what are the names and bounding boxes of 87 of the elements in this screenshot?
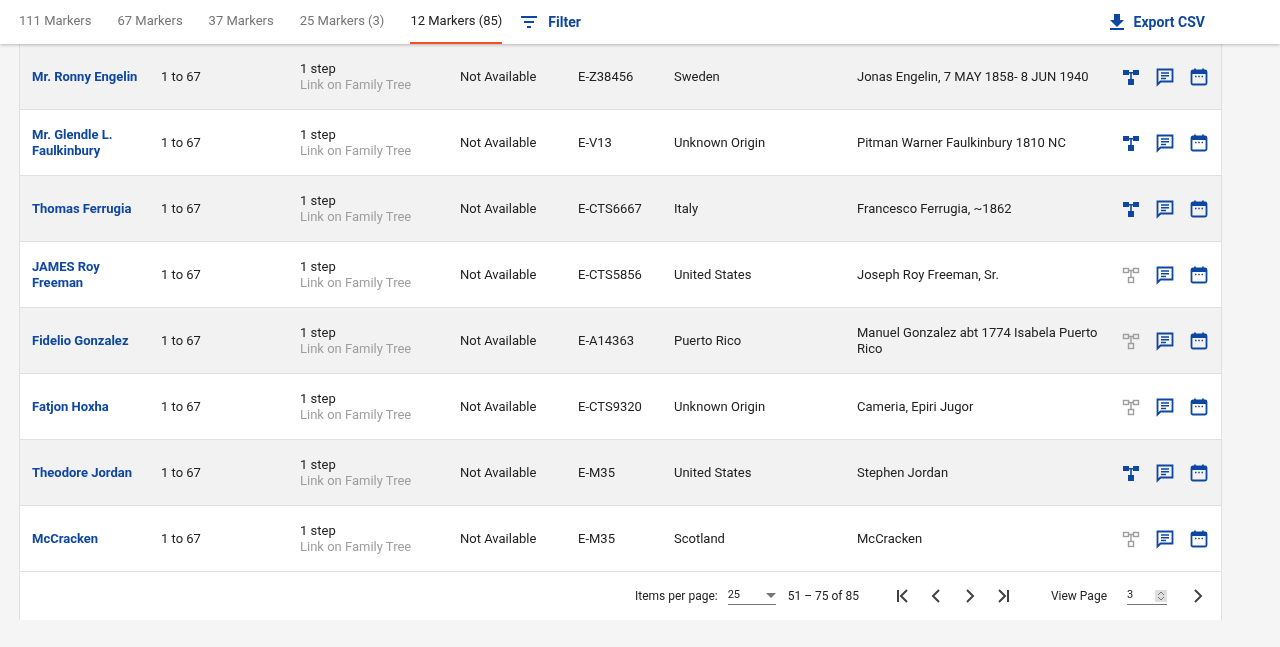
- marker-range: 1 to 67: [161, 265, 202, 284]
- ancestor-text: Manuel Gonzalez abt 1774 Isabela Puerto Rico: [857, 324, 1099, 357]
- calendar-icon[interactable]: [1189, 198, 1209, 219]
- calendar-icon[interactable]: [1189, 396, 1209, 417]
- ancestor-text: Francesco Ferrugia, ~1862: [857, 200, 1013, 217]
- marker-range: 1 to 67: [161, 199, 202, 218]
- member-name-link[interactable]: Fatjon Hoxha: [20, 398, 161, 415]
- member-name-link[interactable]: Fidelio Gonzalez: [20, 332, 161, 349]
- availability-text: Not Available: [460, 331, 538, 350]
- ancestor-text: Joseph Roy Freeman, Sr.: [857, 266, 1000, 283]
- origin-text: Puerto Rico: [674, 331, 743, 350]
- marker-range: 1 to 67: [161, 133, 202, 152]
- ancestor-text: McCracken: [857, 530, 924, 547]
- marker-tab[interactable]: 67 Markers: [117, 0, 183, 44]
- ancestor-text: Cameria, Epiri Jugor: [857, 398, 975, 415]
- step-count: 1 step: [300, 456, 337, 473]
- availability-text: Not Available: [460, 199, 538, 218]
- haplogroup-text: E-CTS6667: [578, 199, 643, 218]
- origin-text: United States: [674, 463, 753, 482]
- calendar-icon[interactable]: [1189, 264, 1209, 285]
- comment-icon[interactable]: [1155, 198, 1175, 219]
- member-name-link[interactable]: Thomas Ferrugia: [20, 200, 161, 217]
- marker-tab[interactable]: 111 Markers: [19, 0, 92, 44]
- origin-text: Unknown Origin: [674, 397, 767, 416]
- filter-icon: [520, 15, 539, 29]
- comment-icon[interactable]: [1155, 462, 1175, 483]
- marker-range: 1 to 67: [161, 331, 202, 350]
- calendar-icon[interactable]: [1189, 528, 1209, 549]
- marker-range: 1 to 67: [161, 67, 202, 86]
- haplogroup-text: E-M35: [578, 529, 616, 548]
- member-name-link[interactable]: Mr. Glendle L. Faulkinbury: [20, 126, 161, 159]
- spinner-icon: [1155, 589, 1167, 602]
- step-count: 1 step: [300, 258, 337, 275]
- comment-icon[interactable]: [1155, 66, 1175, 87]
- availability-text: Not Available: [460, 265, 538, 284]
- step-count: 1 step: [300, 60, 337, 77]
- calendar-icon[interactable]: [1189, 330, 1209, 351]
- origin-text: Italy: [674, 199, 700, 218]
- haplogroup-text: E-V13: [578, 133, 613, 152]
- step-count: 1 step: [300, 324, 337, 341]
- origin-text: Sweden: [674, 67, 721, 86]
- calendar-icon[interactable]: [1189, 66, 1209, 87]
- items-per-page-select[interactable]: 25: [727, 586, 776, 606]
- filter-button[interactable]: Filter: [520, 11, 581, 33]
- member-name-link[interactable]: Mr. Ronny Engelin: [20, 68, 161, 85]
- haplogroup-text: E-Z38456: [578, 67, 635, 86]
- haplogroup-text: E-CTS5856: [578, 265, 643, 284]
- origin-text: United States: [674, 265, 753, 284]
- page-range-text: 51 – 75 of 85: [787, 588, 859, 605]
- member-name-link[interactable]: Theodore Jordan: [20, 464, 161, 481]
- items-per-page-label: Items per page:: [635, 588, 718, 605]
- marker-tab[interactable]: 25 Markers (3): [299, 0, 385, 44]
- export-csv-button[interactable]: Export CSV: [1109, 11, 1205, 33]
- availability-text: Not Available: [460, 463, 538, 482]
- haplogroup-text: E-M35: [578, 463, 616, 482]
- calendar-icon[interactable]: [1189, 462, 1209, 483]
- comment-icon[interactable]: [1155, 528, 1175, 549]
- origin-text: Unknown Origin: [674, 133, 767, 152]
- calendar-icon[interactable]: [1189, 132, 1209, 153]
- marker-range: 1 to 67: [161, 463, 202, 482]
- download-icon: [1109, 14, 1124, 30]
- ancestor-text: Pitman Warner Faulkinbury 1810 NC: [857, 134, 1067, 151]
- view-page-label: View Page: [1050, 588, 1107, 605]
- marker-range: 1 to 67: [161, 397, 202, 416]
- step-count: 1 step: [300, 522, 337, 539]
- marker-range: 1 to 67: [161, 529, 202, 548]
- step-count: 1 step: [300, 390, 337, 407]
- dropdown-caret-icon: [765, 592, 776, 598]
- step-count: 1 step: [300, 192, 337, 209]
- comment-icon[interactable]: [1155, 264, 1175, 285]
- haplogroup-text: E-CTS9320: [578, 397, 643, 416]
- availability-text: Not Available: [460, 397, 538, 416]
- availability-text: Not Available: [460, 67, 538, 86]
- haplogroup-text: E-A14363: [578, 331, 635, 350]
- availability-text: Not Available: [460, 133, 538, 152]
- availability-text: Not Available: [460, 529, 538, 548]
- origin-text: Scotland: [674, 529, 726, 548]
- comment-icon[interactable]: [1155, 396, 1175, 417]
- step-count: 1 step: [300, 126, 337, 143]
- ancestor-text: Jonas Engelin, 7 MAY 1858- 8 JUN 1940: [857, 68, 1090, 85]
- marker-tab[interactable]: 37 Markers: [208, 0, 274, 44]
- comment-icon[interactable]: [1155, 132, 1175, 153]
- page-number-field[interactable]: 3: [1127, 587, 1167, 605]
- comment-icon[interactable]: [1155, 330, 1175, 351]
- member-name-link[interactable]: McCracken: [20, 530, 161, 547]
- ancestor-text: Stephen Jordan: [857, 464, 950, 481]
- member-name-link[interactable]: JAMES Roy Freeman: [20, 258, 161, 291]
